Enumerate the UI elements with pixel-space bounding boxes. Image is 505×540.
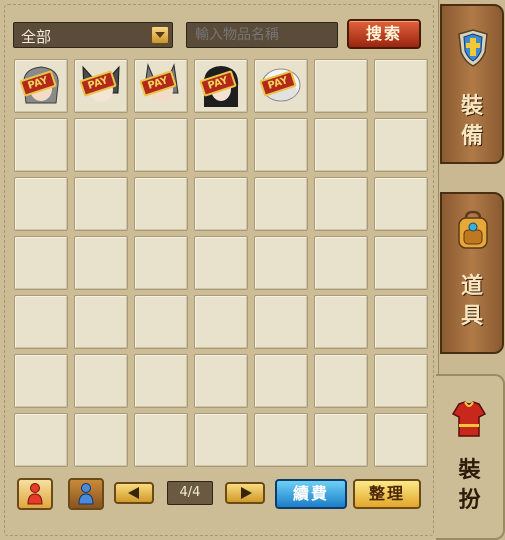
next-page-button[interactable] bbox=[225, 482, 265, 504]
inventory-window: 全部 搜索 PAYPAYPAYPAYPAY 4/4 續費 整理 bbox=[0, 0, 505, 540]
inventory-slot[interactable] bbox=[14, 177, 68, 231]
inventory-slot[interactable] bbox=[314, 118, 368, 172]
tab-avatar-label-1: 裝 bbox=[458, 458, 481, 483]
inventory-slot[interactable]: PAY bbox=[74, 59, 128, 113]
inventory-slot[interactable] bbox=[314, 354, 368, 408]
inventory-slot[interactable] bbox=[134, 413, 188, 467]
previous-page-button[interactable] bbox=[114, 482, 154, 504]
inventory-toolbar: 4/4 續費 整理 bbox=[13, 472, 423, 516]
sort-button[interactable]: 整理 bbox=[353, 479, 421, 509]
tab-items-label-2: 具 bbox=[460, 304, 483, 329]
shield-crest-icon bbox=[458, 29, 488, 67]
inventory-slot[interactable] bbox=[14, 413, 68, 467]
inventory-slot[interactable] bbox=[74, 295, 128, 349]
inventory-slot[interactable] bbox=[194, 236, 248, 290]
tab-equipment-label-2: 備 bbox=[460, 124, 483, 149]
inventory-slot[interactable]: PAY bbox=[194, 59, 248, 113]
inventory-slot[interactable] bbox=[374, 177, 428, 231]
inventory-slot[interactable] bbox=[194, 177, 248, 231]
tab-equipment[interactable]: 裝 備 bbox=[440, 4, 504, 164]
inventory-slot[interactable] bbox=[374, 236, 428, 290]
inventory-slot[interactable] bbox=[134, 177, 188, 231]
inventory-slot[interactable] bbox=[314, 177, 368, 231]
inventory-slot[interactable] bbox=[314, 59, 368, 113]
inventory-slot[interactable] bbox=[254, 236, 308, 290]
inventory-slot[interactable] bbox=[14, 295, 68, 349]
inventory-slot[interactable] bbox=[74, 413, 128, 467]
red-character-filter-button[interactable] bbox=[17, 478, 53, 510]
item-search-input[interactable] bbox=[186, 22, 338, 48]
inventory-slot[interactable] bbox=[374, 295, 428, 349]
blue-character-filter-button[interactable] bbox=[68, 478, 104, 510]
tab-items[interactable]: 道 具 bbox=[440, 192, 504, 354]
red-costume-icon bbox=[451, 401, 487, 437]
inventory-slot[interactable] bbox=[194, 118, 248, 172]
inventory-slot[interactable] bbox=[374, 354, 428, 408]
tab-avatar-label-2: 扮 bbox=[458, 488, 481, 513]
inventory-slot[interactable]: PAY bbox=[254, 59, 308, 113]
inventory-slot[interactable] bbox=[194, 354, 248, 408]
search-button[interactable]: 搜索 bbox=[347, 19, 421, 49]
tab-items-label-1: 道 bbox=[460, 274, 483, 299]
inventory-grid: PAY PAY PAY PAY PAY bbox=[14, 59, 428, 467]
tab-equipment-label-1: 裝 bbox=[460, 94, 483, 119]
inventory-slot[interactable] bbox=[74, 177, 128, 231]
backpack-icon bbox=[458, 210, 488, 249]
inventory-slot[interactable]: PAY bbox=[14, 59, 68, 113]
inventory-slot[interactable] bbox=[374, 413, 428, 467]
red-character-icon bbox=[27, 483, 43, 505]
inventory-slot[interactable] bbox=[74, 118, 128, 172]
inventory-slot[interactable] bbox=[194, 295, 248, 349]
inventory-slot[interactable] bbox=[254, 118, 308, 172]
inventory-slot[interactable]: PAY bbox=[134, 59, 188, 113]
inventory-slot[interactable] bbox=[74, 236, 128, 290]
inventory-slot[interactable] bbox=[374, 118, 428, 172]
inventory-slot[interactable] bbox=[74, 354, 128, 408]
inventory-slot[interactable] bbox=[254, 295, 308, 349]
inventory-slot[interactable] bbox=[314, 236, 368, 290]
renew-button[interactable]: 續費 bbox=[275, 479, 347, 509]
page-indicator: 4/4 bbox=[167, 481, 213, 505]
inventory-slot[interactable] bbox=[14, 236, 68, 290]
inventory-slot[interactable] bbox=[14, 118, 68, 172]
tab-avatar[interactable]: 裝 扮 bbox=[436, 374, 505, 540]
inventory-slot[interactable] bbox=[314, 295, 368, 349]
inventory-slot[interactable] bbox=[254, 354, 308, 408]
inventory-slot[interactable] bbox=[374, 59, 428, 113]
inventory-slot[interactable] bbox=[134, 236, 188, 290]
inventory-slot[interactable] bbox=[14, 354, 68, 408]
category-filter-dropdown[interactable]: 全部 bbox=[13, 22, 173, 48]
inventory-slot[interactable] bbox=[134, 354, 188, 408]
inventory-slot[interactable] bbox=[134, 118, 188, 172]
chevron-down-icon[interactable] bbox=[151, 26, 169, 44]
inventory-slot[interactable] bbox=[254, 177, 308, 231]
inventory-slot[interactable] bbox=[314, 413, 368, 467]
category-filter-value: 全部 bbox=[21, 28, 52, 46]
inventory-slot[interactable] bbox=[194, 413, 248, 467]
blue-character-icon bbox=[78, 483, 94, 505]
inventory-slot[interactable] bbox=[254, 413, 308, 467]
inventory-slot[interactable] bbox=[134, 295, 188, 349]
